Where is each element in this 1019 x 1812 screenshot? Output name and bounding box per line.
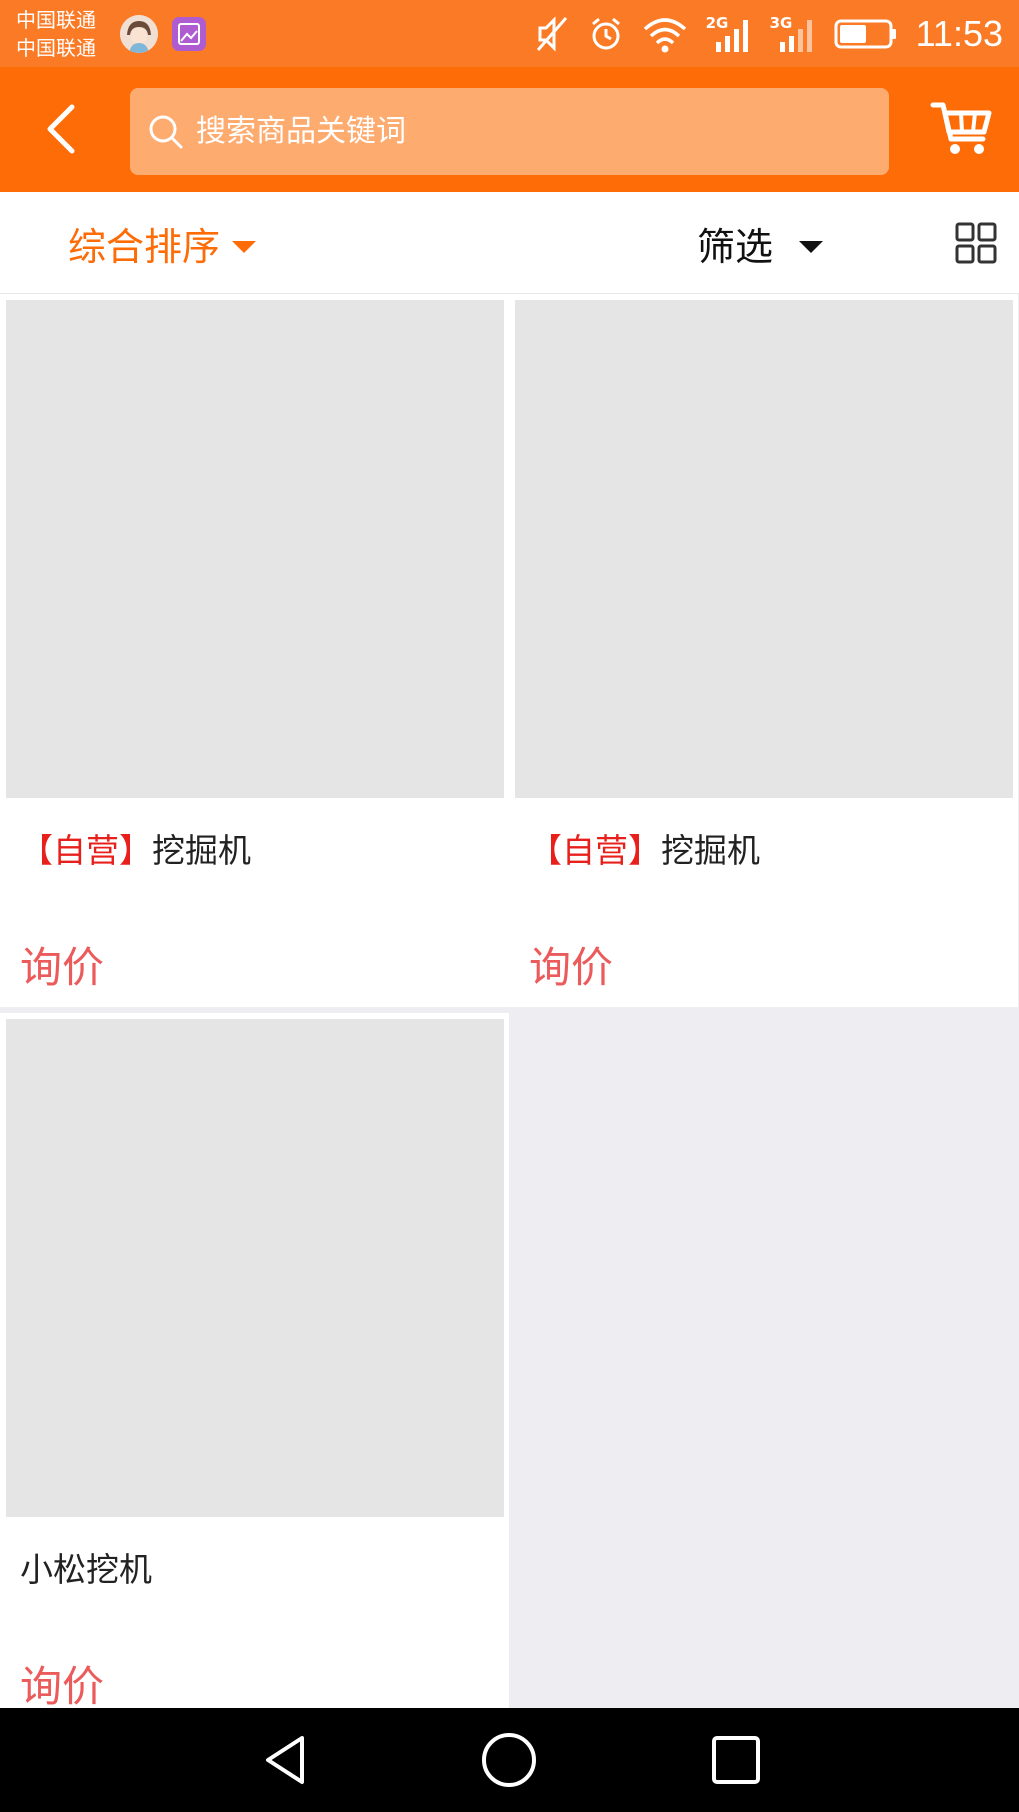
search-input[interactable]	[196, 114, 856, 149]
nav-back-button[interactable]	[256, 1730, 316, 1790]
self-operated-tag: 【自营】	[20, 831, 152, 870]
triangle-back-icon	[266, 1736, 304, 1784]
back-arrow-icon	[47, 104, 75, 154]
grid-view-icon	[955, 222, 997, 264]
product-image[interactable]	[6, 1019, 504, 1517]
product-grid: 【自营】挖掘机 询价 【自营】挖掘机 询价 小松挖机 询价	[0, 294, 1019, 1708]
product-list-screen: 中国联通 中国联通 2G 3G 11:53 搜索商品关键词 综合排序 筛选 【自…	[0, 0, 1019, 1812]
signal-3g-icon: 3G	[770, 14, 816, 54]
product-price: 询价	[20, 1662, 105, 1708]
status-icons: 2G 3G 11:53	[534, 0, 1003, 67]
carrier-labels: 中国联通 中国联通	[16, 6, 96, 62]
status-bar: 中国联通 中国联通 2G 3G 11:53	[0, 0, 1019, 67]
carrier-label-2: 中国联通	[16, 36, 96, 60]
cart-button[interactable]	[929, 95, 995, 161]
battery-icon	[834, 19, 896, 48]
square-recent-icon	[712, 1736, 760, 1784]
product-image[interactable]	[6, 300, 504, 798]
mute-icon	[536, 15, 567, 52]
product-title: 【自营】挖掘机	[529, 824, 760, 872]
search-icon	[149, 115, 183, 148]
caret-down-icon	[799, 240, 824, 253]
product-price: 询价	[20, 943, 105, 992]
product-title: 【自营】挖掘机	[20, 824, 251, 872]
product-price: 询价	[529, 943, 614, 992]
system-navigation-bar	[0, 1708, 1019, 1812]
top-bar	[0, 67, 1019, 192]
grid-view-toggle[interactable]	[955, 222, 997, 264]
product-name: 挖掘机	[661, 831, 760, 870]
clock: 11:53	[915, 12, 1003, 54]
notification-avatar-icon	[120, 15, 158, 53]
signal-2g-icon: 2G	[706, 14, 752, 54]
product-card[interactable]: 【自营】挖掘机 询价	[0, 294, 509, 1007]
cart-icon	[930, 102, 992, 154]
wifi-icon	[643, 17, 686, 52]
self-operated-tag: 【自营】	[529, 831, 661, 870]
product-name: 挖掘机	[152, 831, 251, 870]
search-box[interactable]	[130, 88, 889, 175]
product-card[interactable]: 小松挖机 询价	[0, 1013, 509, 1708]
sort-filter-bar: 综合排序 筛选	[0, 192, 1019, 294]
circle-home-icon	[482, 1733, 536, 1787]
product-name: 小松挖机	[20, 1550, 152, 1589]
filter-dropdown[interactable]: 筛选	[697, 216, 824, 271]
carrier-label-1: 中国联通	[16, 8, 96, 32]
back-button[interactable]	[30, 93, 90, 165]
product-image[interactable]	[515, 300, 1013, 798]
nav-home-button[interactable]	[479, 1730, 539, 1790]
sort-dropdown[interactable]: 综合排序	[68, 216, 257, 271]
product-title: 小松挖机	[20, 1543, 152, 1591]
caret-down-icon	[232, 240, 257, 253]
sort-label: 综合排序	[68, 225, 221, 269]
notification-gallery-icon	[172, 17, 206, 51]
product-card[interactable]: 【自营】挖掘机 询价	[509, 294, 1018, 1007]
alarm-icon	[591, 17, 620, 49]
nav-recent-button[interactable]	[706, 1730, 766, 1790]
filter-label: 筛选	[697, 225, 774, 269]
